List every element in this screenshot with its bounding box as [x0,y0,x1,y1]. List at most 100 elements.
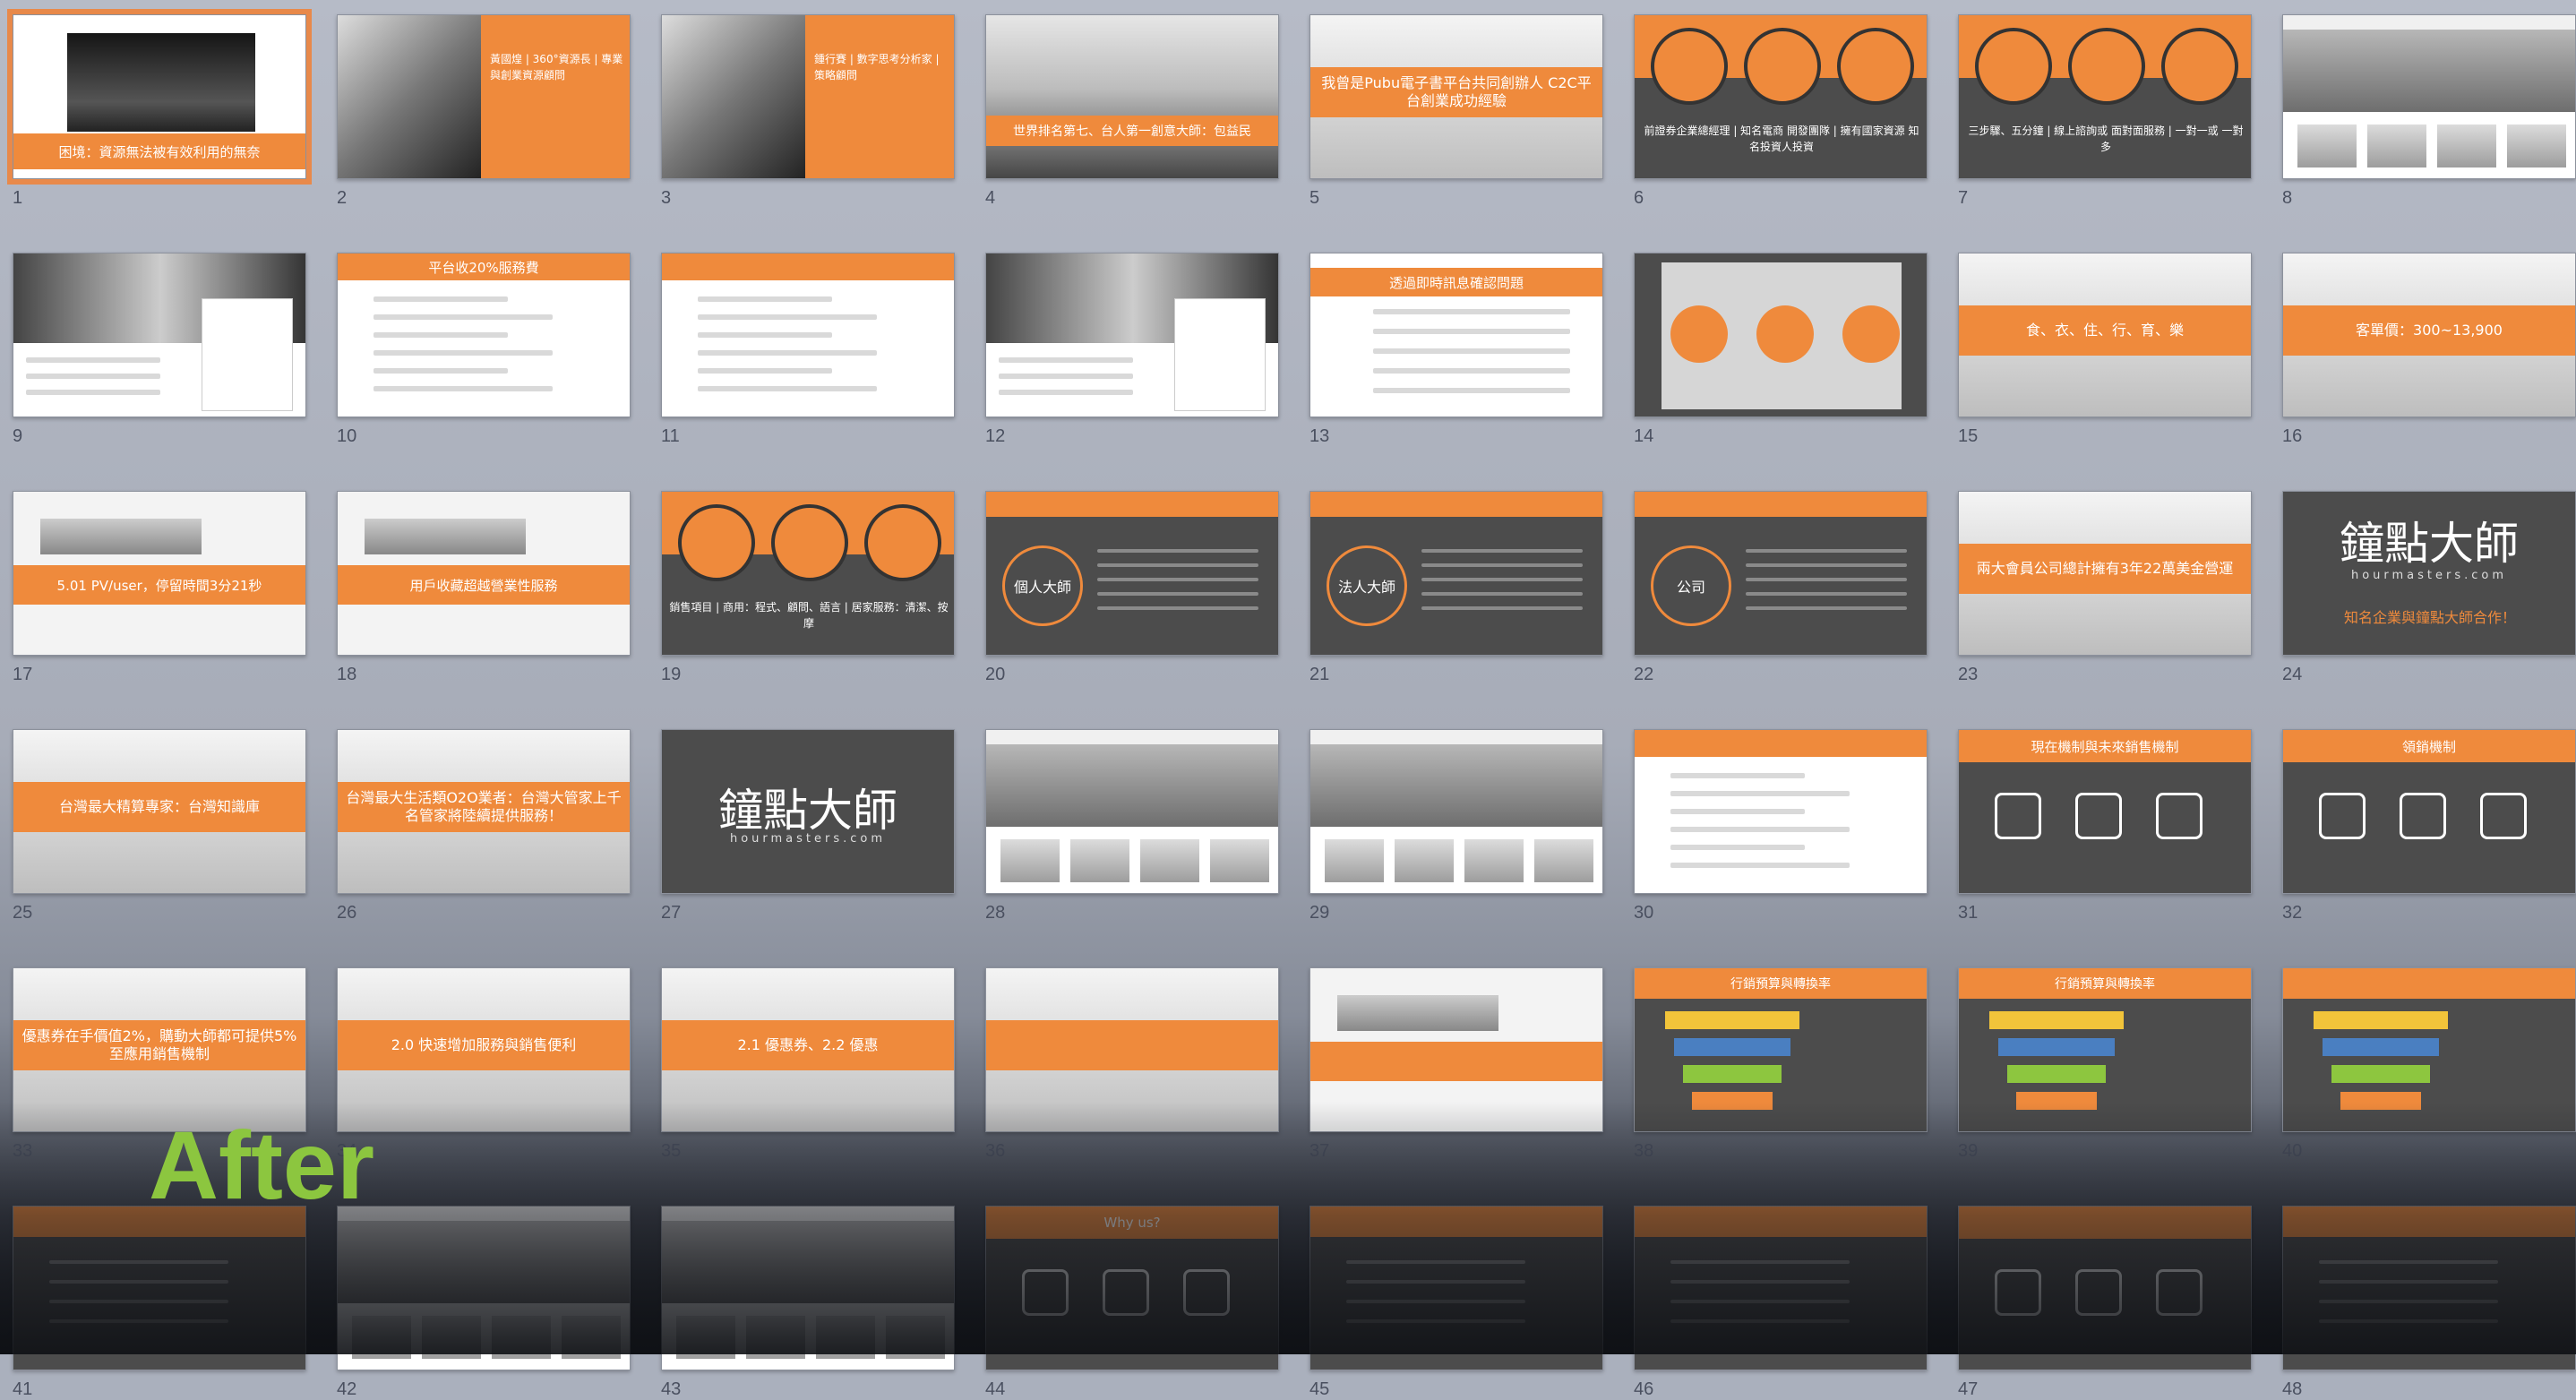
desc-line [1746,592,1907,596]
slide-thumbnail-19[interactable]: 銷售項目 | 商用：程式、顧問、語言 | 居家服務：清潔、按摩 [661,491,955,656]
slide-thumbnail-24[interactable]: 鐘點大師 hourmasters.com 知名企業與鐘點大師合作！ [2282,491,2576,656]
slide-thumbnail-8[interactable] [2282,14,2576,179]
slide-number: 24 [2282,665,2303,684]
text-line [999,357,1133,363]
slide-thumbnail-29[interactable] [1309,729,1603,894]
slide-thumbnail-33[interactable]: 優惠券在手價值2%，購動大師都可提供5%至應用銷售機制 [13,967,306,1132]
slide-thumbnail-42[interactable] [337,1206,631,1370]
flow-node [1756,305,1814,363]
form-line [374,296,508,302]
slide-thumbnail-34[interactable]: 2.0 快速增加服務與銷售便利 [337,967,631,1132]
slide-thumbnail-21[interactable]: 法人大師 [1309,491,1603,656]
slide-thumbnail-40[interactable] [2282,967,2576,1132]
desc-line [1097,606,1258,610]
chat-line [1373,368,1570,374]
slide-thumbnail-39[interactable]: 行銷預算與轉換率 [1958,967,2252,1132]
slide-title: 台灣最大精算專家：台灣知識庫 [13,782,305,832]
slide-thumbnail-20[interactable]: 個人大師 [985,491,1279,656]
slide-thumbnail-41[interactable] [13,1206,306,1370]
form-line [698,314,877,320]
feature-icon [1651,28,1728,105]
slide-thumbnail-23[interactable]: 兩大會員公司總計擁有3年22萬美金營運 [1958,491,2252,656]
text-line [2319,1260,2498,1264]
slide-thumbnail-11[interactable] [661,253,955,417]
slide-thumbnail-25[interactable]: 台灣最大精算專家：台灣知識庫 [13,729,306,894]
funnel-step [2007,1065,2106,1083]
feature-icon [1103,1269,1149,1316]
text-line [1346,1300,1525,1303]
form-line [698,350,877,356]
hero-image [986,744,1278,827]
slide-header [1635,492,1927,517]
slide-number: 33 [13,1141,33,1161]
slide-caption: 知名企業與鐘點大師合作！ [2343,609,2516,626]
slide-thumbnail-15[interactable]: 食、衣、住、行、育、樂 [1958,253,2252,417]
content-card [2507,125,2566,167]
slide-title: 兩大會員公司總計擁有3年22萬美金營運 [1959,544,2251,594]
slide-title: 行銷預算與轉換率 [1959,968,2251,999]
hero-image [1310,744,1602,827]
slide-thumbnail-13[interactable]: 透過即時訊息確認問題 [1309,253,1603,417]
text-line [1346,1260,1525,1264]
slide-thumbnail-37[interactable] [1309,967,1603,1132]
slide-thumbnail-27[interactable]: 鐘點大師 hourmasters.com [661,729,955,894]
slide-thumbnail-12[interactable] [985,253,1279,417]
desc-line [1746,563,1907,567]
slide-title [1310,1042,1602,1081]
slide-thumbnail-3[interactable]: 鍾行賽 | 數字思考分析家 | 策略顧問 [661,14,955,179]
text-line [999,374,1133,379]
content-card [1534,839,1593,882]
slide-photo [67,33,255,132]
feature-icon [1975,28,2052,105]
slide-number: 35 [661,1141,682,1161]
slide-thumbnail-30[interactable] [1634,729,1928,894]
logo-text: 鐘點大師 [2340,518,2519,570]
slide-thumbnail-46[interactable] [1634,1206,1928,1370]
slide-thumbnail-5[interactable]: 我曾是Pubu電子書平台共同創辦人 C2C平台創業成功經驗 [1309,14,1603,179]
browser-bar [338,1207,630,1221]
slide-title: 食、衣、住、行、育、樂 [1959,305,2251,356]
slide-thumbnail-18[interactable]: 用戶收藏超越營業性服務 [337,491,631,656]
slide-thumbnail-2[interactable]: 黃國煌 | 360°資源長 | 專業與創業資源顧問 [337,14,631,179]
slide-thumbnail-9[interactable] [13,253,306,417]
slide-thumbnail-7[interactable]: 三步驟、五分鐘 | 線上諮詢或 面對面服務 | 一對一或 一對多 [1958,14,2252,179]
slide-thumbnail-22[interactable]: 公司 [1634,491,1928,656]
slide-thumbnail-4[interactable]: 世界排名第七、台人第一創意大師：包益民 [985,14,1279,179]
slide-title: 2.1 優惠券、2.2 優惠 [662,1020,954,1070]
slide-thumbnail-32[interactable]: 領銷機制 [2282,729,2576,894]
slide-thumbnail-47[interactable] [1958,1206,2252,1370]
slide-thumbnail-45[interactable] [1309,1206,1603,1370]
slide-thumbnail-6[interactable]: 前證券企業總經理 | 知名電商 開發團隊 | 擁有國家資源 知名投資人投資 [1634,14,1928,179]
slide-thumbnail-44[interactable]: Why us? [985,1206,1279,1370]
slide-thumbnail-43[interactable] [661,1206,955,1370]
text-line [1346,1319,1525,1323]
slide-thumbnail-31[interactable]: 現在機制與未來銷售機制 [1958,729,2252,894]
slide-thumbnail-48[interactable] [2282,1206,2576,1370]
slide-thumbnail-36[interactable] [985,967,1279,1132]
form-line [374,314,553,320]
slide-header [1310,492,1602,517]
hero-image [338,1221,630,1303]
funnel-step [1989,1011,2124,1029]
slide-number: 48 [2282,1379,2303,1399]
content-card [1210,839,1269,882]
text-line [2319,1319,2498,1323]
slide-thumbnail-26[interactable]: 台灣最大生活類O2O業者：台灣大管家上千名管家將陸續提供服務！ [337,729,631,894]
slide-thumbnail-17[interactable]: 5.01 PV/user，停留時間3分21秒 [13,491,306,656]
slide-thumbnail-28[interactable] [985,729,1279,894]
slide-thumbnail-38[interactable]: 行銷預算與轉換率 [1634,967,1928,1132]
slide-thumbnail-14[interactable] [1634,253,1928,417]
category-ring: 個人大師 [1002,545,1083,626]
feature-labels: 銷售項目 | 商用：程式、顧問、語言 | 居家服務：清潔、按摩 [669,601,949,630]
slide-thumbnail-35[interactable]: 2.1 優惠券、2.2 優惠 [661,967,955,1132]
slide-thumbnail-16[interactable]: 客單價：300~13,900 [2282,253,2576,417]
slide-thumbnail-10[interactable]: 平台收20%服務費 [337,253,631,417]
desc-line [1746,549,1907,553]
chart-area [365,519,526,554]
slide-thumbnail-1[interactable]: 困境：資源無法被有效利用的無奈 [7,9,312,185]
slide-title: 我曾是Pubu電子書平台共同創辦人 C2C平台創業成功經驗 [1310,67,1602,117]
feature-icon [2156,793,2202,839]
feature-icon [678,504,755,581]
chat-line [1373,309,1570,314]
desc-line [1421,592,1583,596]
